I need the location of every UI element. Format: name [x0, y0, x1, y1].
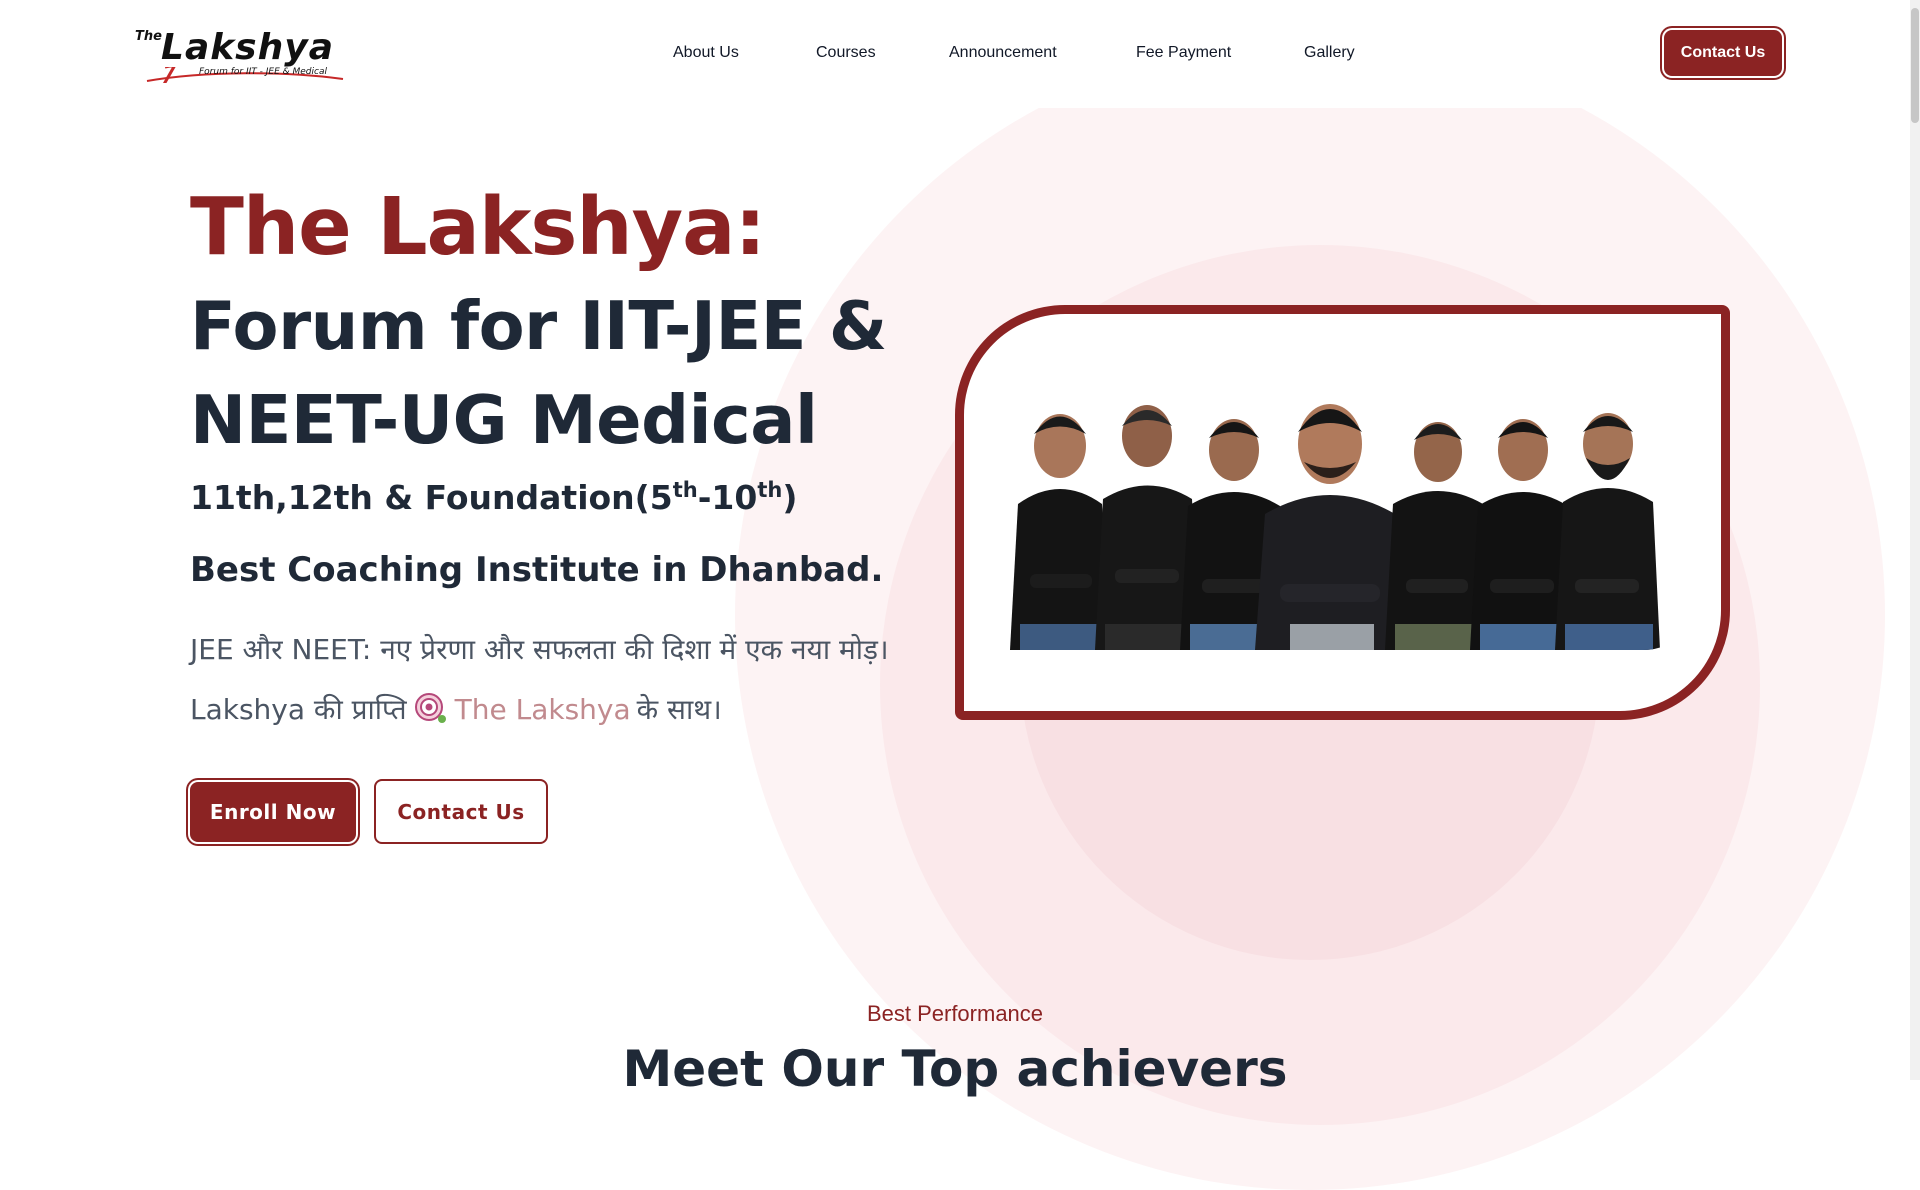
line2-suffix: के साथ। [636, 693, 722, 726]
hero-contact-button[interactable]: Contact Us [374, 779, 548, 844]
classes-sup-1: th [672, 478, 698, 502]
site-header: The Lakshya Forum for IIT - JEE & Medica… [0, 0, 1910, 108]
nav-announcement[interactable]: Announcement [949, 44, 1057, 62]
page-scrollbar[interactable] [1910, 0, 1920, 1080]
hero-hindi-line1: JEE और NEET: नए प्रेरणा और सफलता की दिशा… [190, 633, 889, 666]
classes-end: ) [782, 478, 798, 517]
scrollbar-thumb[interactable] [1911, 8, 1919, 123]
faculty-group-photo [990, 374, 1703, 650]
nav-fee-payment[interactable]: Fee Payment [1136, 44, 1231, 62]
classes-mid: -10 [697, 478, 758, 517]
hero-best-coaching: Best Coaching Institute in Dhanbad. [190, 550, 884, 590]
enroll-now-button[interactable]: Enroll Now [190, 782, 356, 842]
faculty-photo-frame [955, 305, 1730, 720]
nav-courses[interactable]: Courses [816, 44, 876, 62]
hero-subtitle-line1: Forum for IIT-JEE & [190, 287, 887, 365]
header-contact-button[interactable]: Contact Us [1664, 30, 1782, 76]
section-tag: Best Performance [866, 1001, 1044, 1026]
classes-sup-2: th [757, 478, 783, 502]
target-icon [413, 692, 449, 726]
hero-subtitle-line2: NEET-UG Medical [190, 381, 818, 459]
hero-classes: 11th,12th & Foundation(5th-10th) [190, 478, 797, 517]
nav-about-us[interactable]: About Us [673, 44, 739, 62]
hero-title: The Lakshya: [190, 181, 766, 273]
main-nav: About Us Courses Announcement Fee Paymen… [0, 0, 1910, 108]
hero-hindi-line2: Lakshya की प्राप्ति The Lakshya के साथ। [190, 690, 722, 728]
section-title: Meet Our Top achievers [622, 1040, 1288, 1098]
classes-main: 11th,12th & Foundation(5 [190, 478, 673, 517]
line2-brand[interactable]: The Lakshya [455, 693, 631, 726]
nav-gallery[interactable]: Gallery [1304, 44, 1355, 62]
line2-prefix: Lakshya की प्राप्ति [190, 693, 407, 726]
